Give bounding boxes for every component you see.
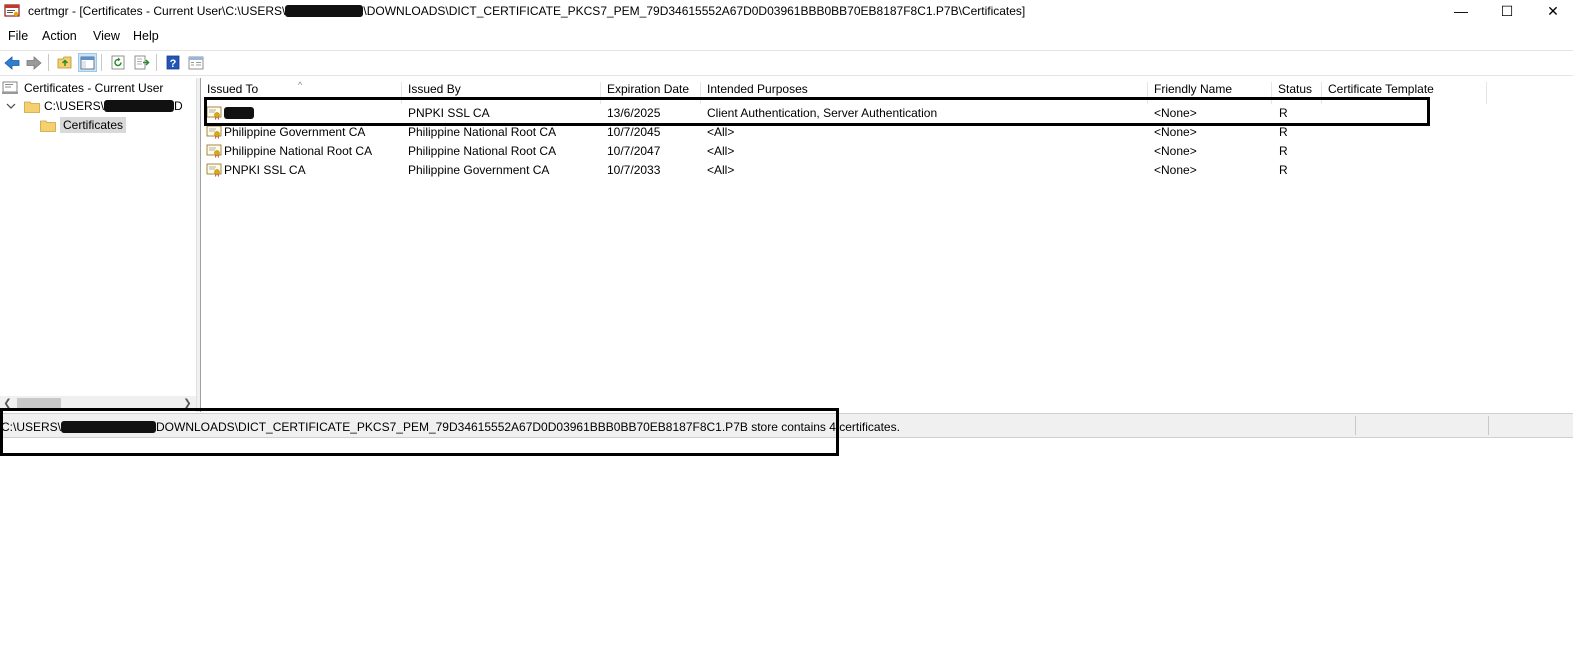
menu-bar: File Action View Help [0, 26, 1573, 46]
chevron-down-icon[interactable] [6, 101, 16, 111]
tree-item-certificates[interactable]: Certificates [40, 117, 127, 133]
status-divider [1488, 416, 1489, 435]
cell-issued-by: Philippine National Root CA [408, 125, 557, 139]
cell-expiration-date: 10/7/2047 [607, 144, 661, 158]
folder-icon [40, 120, 56, 132]
help-icon[interactable]: ? [163, 53, 182, 72]
back-icon[interactable] [2, 53, 21, 72]
maximize-button[interactable]: ☐ [1484, 0, 1530, 22]
tree-store-label: C:\USERS\ D [44, 99, 183, 113]
cell-intended-purposes: <All> [707, 163, 735, 177]
certificate-list: ^ Issued To Issued By Expiration Date In… [201, 78, 1573, 412]
up-folder-icon[interactable] [55, 53, 74, 72]
window-title: certmgr - [Certificates - Current User\C… [28, 4, 1026, 18]
cell-issued-by: Philippine National Root CA [408, 144, 557, 158]
cell-issued-to: PNPKI SSL CA [224, 163, 306, 177]
cell-friendly-name: <None> [1154, 144, 1197, 158]
column-label: Issued To [207, 82, 259, 96]
certificate-icon [206, 163, 222, 177]
tree-pane: Certificates - Current User C:\USERS\ D C… [0, 78, 196, 411]
show-hide-tree-icon[interactable] [78, 53, 97, 72]
certmgr-app-icon [4, 4, 20, 17]
cell-intended-purposes: <All> [707, 144, 735, 158]
toolbar-separator [156, 54, 157, 71]
highlight-box-status [0, 408, 839, 456]
cell-expiration-date: 10/7/2033 [607, 163, 661, 177]
svg-text:?: ? [169, 58, 176, 70]
cell-friendly-name: <None> [1154, 125, 1197, 139]
tree-certificates-label: Certificates [60, 117, 127, 133]
toolbar-separator [48, 54, 49, 71]
redacted-username [285, 5, 364, 17]
cell-status: R [1279, 163, 1288, 177]
column-label: Certificate Template [1328, 82, 1434, 96]
cell-intended-purposes: <All> [707, 125, 735, 139]
minimize-button[interactable]: — [1438, 0, 1484, 22]
tree-root-label: Certificates - Current User [24, 81, 164, 95]
toolbar-separator [101, 54, 102, 71]
cell-expiration-date: 10/7/2045 [607, 125, 661, 139]
cell-issued-to: Philippine National Root CA [224, 144, 373, 158]
close-button[interactable]: ✕ [1530, 0, 1573, 22]
menu-view[interactable]: View [93, 29, 120, 43]
column-label: Friendly Name [1154, 82, 1233, 96]
highlight-box-first-row [204, 97, 1430, 126]
sort-ascending-icon: ^ [298, 80, 303, 90]
menu-action[interactable]: Action [42, 29, 77, 43]
status-divider [1355, 416, 1356, 435]
refresh-icon[interactable] [109, 53, 128, 72]
cell-status: R [1279, 125, 1288, 139]
certificate-row[interactable]: Philippine National Root CA Philippine N… [201, 142, 1573, 161]
title-bar: certmgr - [Certificates - Current User\C… [0, 0, 1573, 22]
cell-issued-by: Philippine Government CA [408, 163, 550, 177]
column-label: Issued By [408, 82, 461, 96]
forward-icon[interactable] [24, 53, 43, 72]
tree-root-certificates-current-user[interactable]: Certificates - Current User [2, 81, 163, 95]
toolbar: ? [0, 50, 1573, 76]
export-list-icon[interactable] [132, 53, 151, 72]
column-label: Status [1278, 82, 1313, 96]
menu-file[interactable]: File [8, 29, 28, 43]
certificate-row[interactable]: PNPKI SSL CA Philippine Government CA 10… [201, 161, 1573, 180]
column-label: Intended Purposes [707, 82, 808, 96]
tree-item-user-store[interactable]: C:\USERS\ D [6, 99, 183, 113]
folder-icon [24, 101, 40, 113]
redacted-username [104, 100, 175, 112]
cell-status: R [1279, 144, 1288, 158]
cell-friendly-name: <None> [1154, 163, 1197, 177]
certificate-store-icon [2, 81, 18, 94]
column-label: Expiration Date [607, 82, 690, 96]
cell-issued-to: Philippine Government CA [224, 125, 366, 139]
certificate-icon [206, 144, 222, 158]
menu-help[interactable]: Help [133, 29, 159, 43]
properties-icon[interactable] [186, 53, 205, 72]
certificate-icon [206, 125, 222, 139]
